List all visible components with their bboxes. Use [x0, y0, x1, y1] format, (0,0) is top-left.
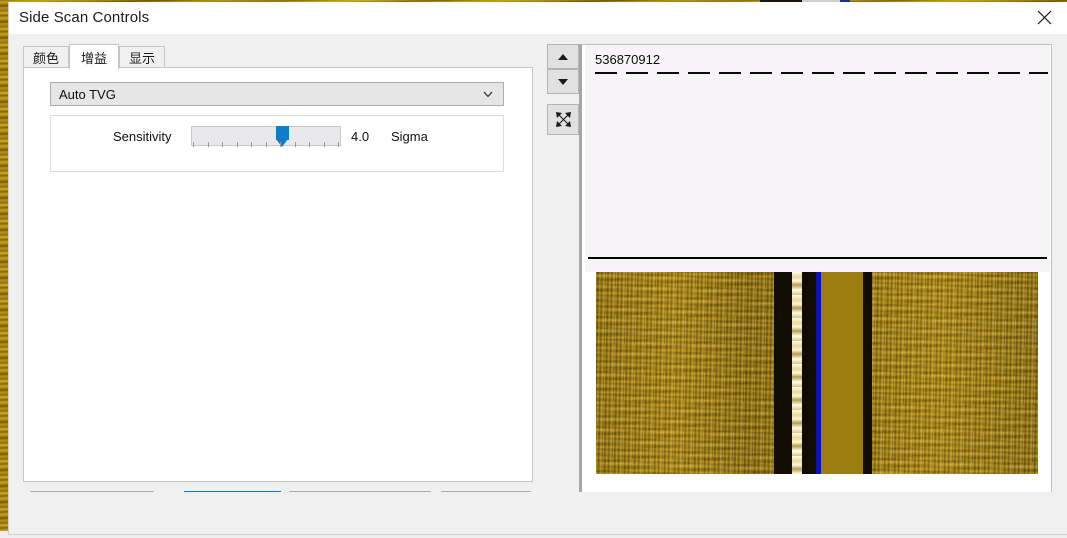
side-scan-controls-dialog: Side Scan Controls 颜色 增益 显示 Auto TV [8, 2, 1067, 535]
ping-dashed-line [595, 72, 1048, 74]
sensitivity-slider-ticks [193, 142, 339, 148]
tab-display[interactable]: 显示 [119, 46, 165, 68]
slider-tick [324, 142, 325, 147]
slider-tick [338, 142, 339, 147]
sonar-waterfall-image[interactable] [596, 272, 1038, 474]
slider-tick [222, 142, 223, 147]
scroll-up-button[interactable] [547, 44, 579, 69]
slider-tick [295, 142, 296, 147]
ping-number-label: 536870912 [595, 52, 660, 67]
dialog-client-area: 颜色 增益 显示 Auto TVG Sensitivity [9, 34, 1067, 534]
sonar-flat-band [821, 272, 863, 474]
expand-arrows-icon [554, 110, 573, 129]
slider-tick [193, 142, 194, 147]
slider-tick [251, 142, 252, 147]
waterfall-header-area: 536870912 [585, 45, 1050, 257]
triangle-down-icon [558, 79, 568, 85]
waterfall-gap [585, 259, 1050, 272]
slider-tick [208, 142, 209, 147]
tab-strip: 颜色 增益 显示 [23, 44, 533, 68]
sonar-preview-panel[interactable]: 536870912 [579, 44, 1052, 497]
close-button[interactable] [1022, 2, 1067, 33]
sensitivity-value: 4.0 [351, 129, 369, 144]
tab-colors[interactable]: 颜色 [23, 46, 69, 68]
sensitivity-group: Sensitivity 4.0 Sigma [50, 115, 504, 172]
fit-to-window-button[interactable] [547, 104, 579, 135]
tvg-mode-value: Auto TVG [59, 87, 116, 102]
slider-thumb-body [276, 126, 289, 140]
slider-tick [266, 142, 267, 147]
chevron-down-icon [482, 88, 494, 100]
sensitivity-unit: Sigma [391, 129, 428, 144]
tab-gain[interactable]: 增益 [69, 44, 119, 70]
title-bar: Side Scan Controls [9, 2, 1067, 36]
tvg-mode-select[interactable]: Auto TVG [50, 82, 504, 106]
gain-tab-panel: Auto TVG Sensitivity 4.0 Sigma [23, 67, 533, 482]
preview-tool-buttons [547, 44, 583, 144]
scroll-down-button[interactable] [547, 69, 579, 94]
sensitivity-label: Sensitivity [113, 129, 172, 144]
sonar-nadir-right [863, 272, 872, 474]
dialog-footer-filler [9, 492, 1067, 534]
sonar-nadir-mid [802, 272, 816, 474]
tab-gain-label: 增益 [81, 48, 107, 67]
tab-display-label: 显示 [129, 48, 155, 67]
triangle-up-icon [558, 54, 568, 60]
slider-tick [309, 142, 310, 147]
slider-tick [280, 142, 281, 147]
slider-tick [237, 142, 238, 147]
close-icon [1037, 10, 1052, 25]
tab-colors-label: 颜色 [33, 48, 59, 67]
window-title: Side Scan Controls [19, 9, 149, 26]
